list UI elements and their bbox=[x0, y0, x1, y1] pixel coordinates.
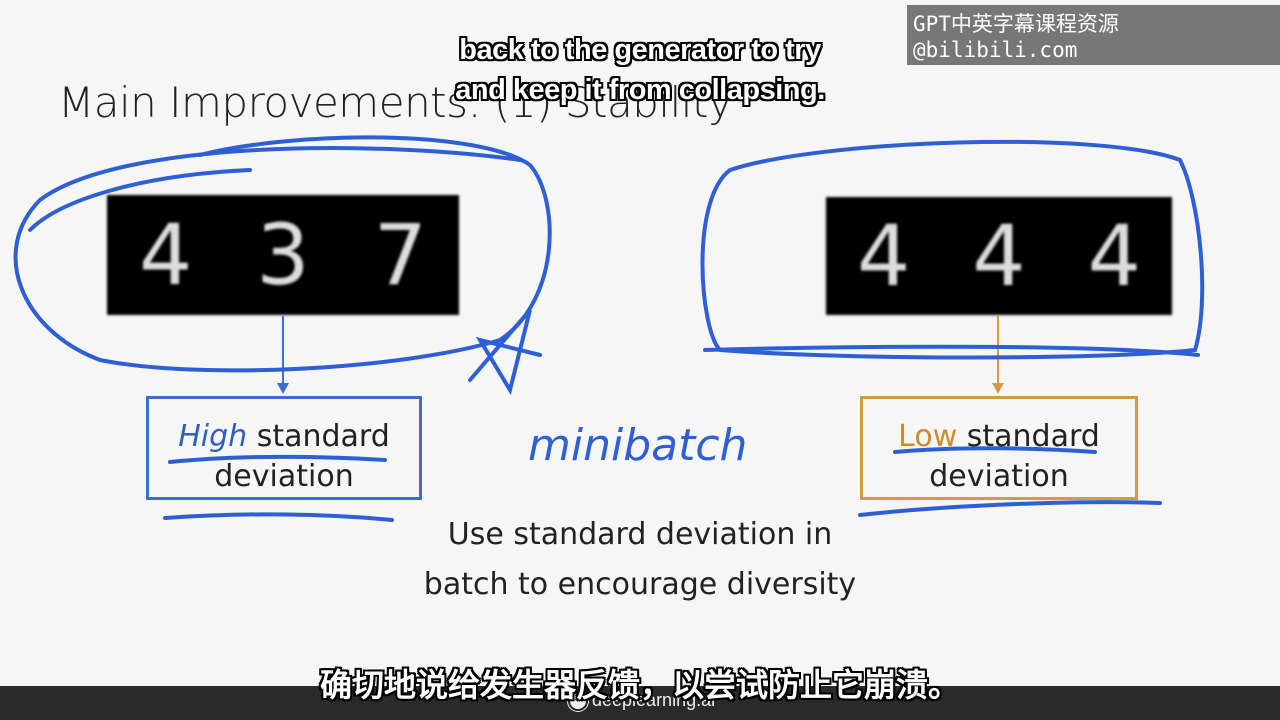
circle-right bbox=[700, 139, 1205, 360]
underline-high bbox=[168, 454, 387, 464]
chinese-subtitle: 确切地说给发生器反馈，以尝试防止它崩溃。 bbox=[319, 667, 960, 703]
subtitle-line: and keep it from collapsing. bbox=[455, 74, 825, 106]
minibatch-note: minibatch bbox=[528, 420, 747, 471]
scribble bbox=[468, 308, 542, 396]
watermark: GPT中英字幕课程资源@bilibili.com bbox=[907, 5, 1280, 65]
arrow-head-left bbox=[277, 383, 289, 394]
english-subtitle: back to the generator to try and keep it… bbox=[380, 30, 900, 110]
subtitle-line: back to the generator to try bbox=[459, 34, 821, 66]
underline-low bbox=[893, 446, 1097, 454]
arrow-head-right bbox=[992, 383, 1004, 394]
